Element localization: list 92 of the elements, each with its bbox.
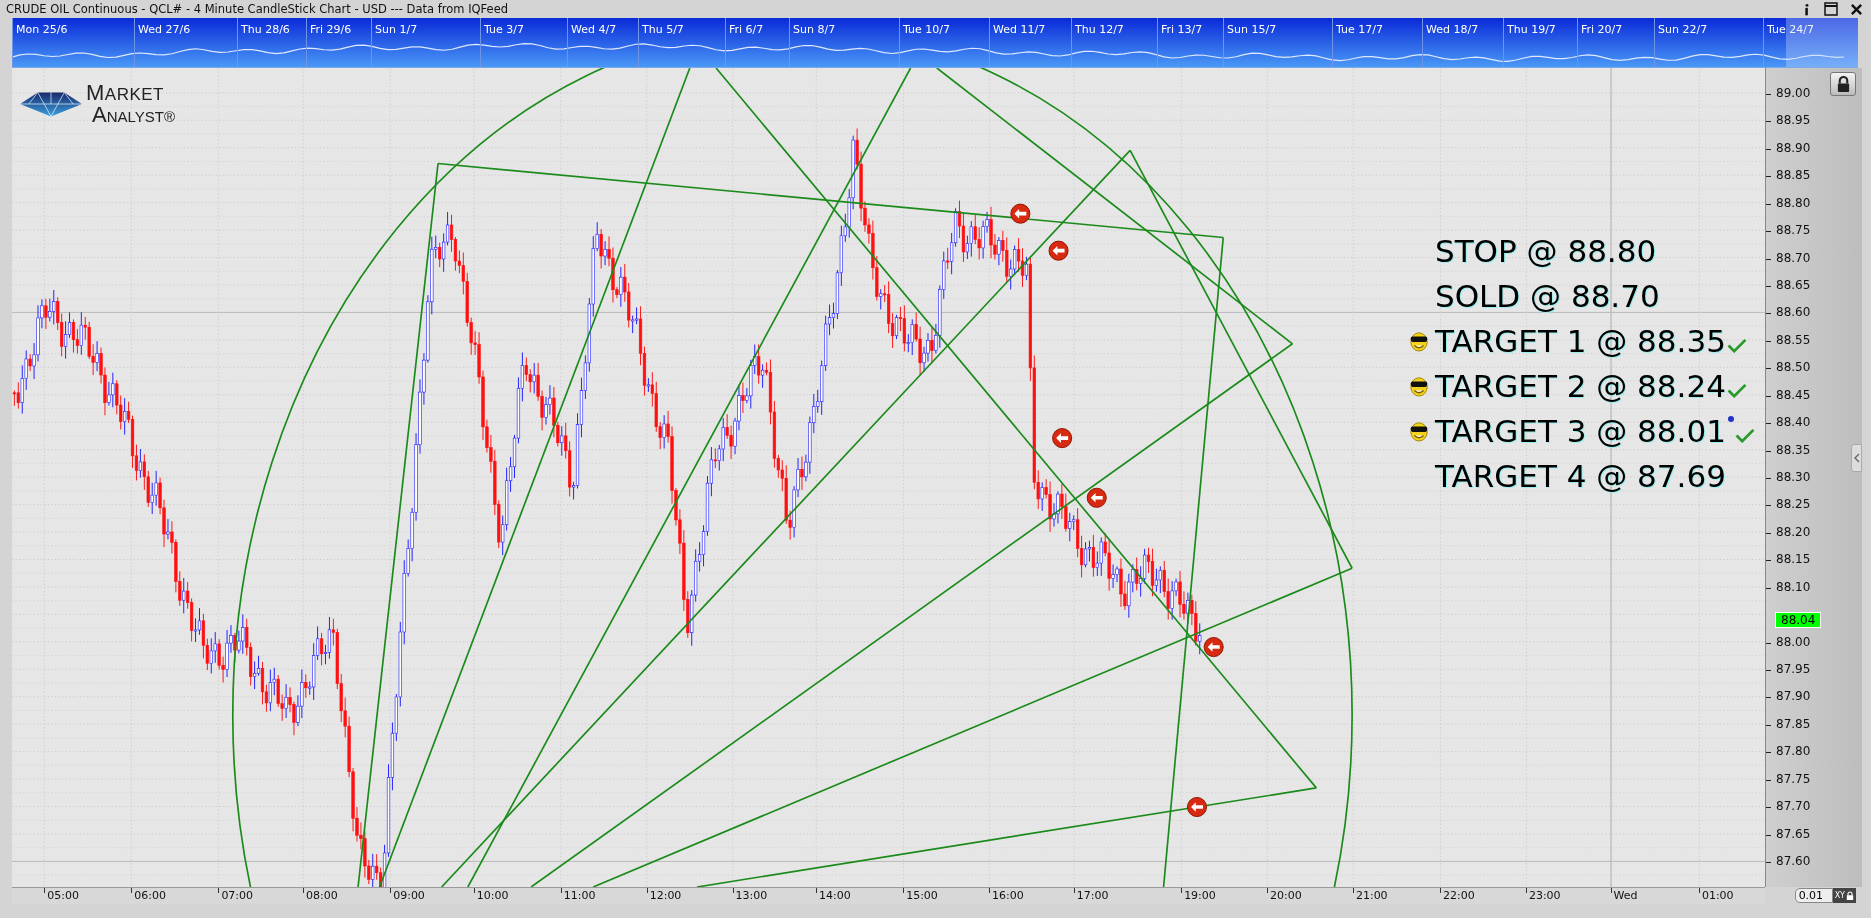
price-label: 88.10 [1776, 579, 1811, 594]
navigator-date: Wed 4/7 [570, 22, 617, 36]
price-label: 87.95 [1776, 662, 1811, 676]
price-axis[interactable]: 89.00 88.95 88.90 88.85 88.80 88.75 88.70 88.65 88.60 88.55 88.50 88.45 88.40 88.35 88.30 88.25 88.20 88.15 88.10 88.00 87.95 87.90 87.85 87.80 87.75 87.70 87.65 87.60 88.04 [1765, 68, 1862, 887]
price-label: 88.15 [1776, 552, 1811, 567]
navigator-date: Fri 29/6 [309, 22, 352, 36]
time-label: 07:00 [221, 889, 254, 902]
navigator-date: Sun 22/7 [1657, 22, 1708, 36]
time-label: 01:00 [1701, 889, 1734, 902]
navigator-date: Sun 1/7 [374, 22, 418, 36]
restore-icon[interactable] [1824, 2, 1838, 16]
price-label: 88.55 [1776, 332, 1811, 347]
navigator-date: Fri 20/7 [1580, 22, 1623, 36]
lock-icon [1846, 890, 1854, 901]
price-label: 88.85 [1776, 168, 1811, 183]
price-label: 88.80 [1776, 195, 1811, 210]
price-label: 87.60 [1776, 854, 1811, 869]
price-label: 87.85 [1776, 716, 1811, 731]
scale-field[interactable]: 0.01 [1794, 888, 1833, 903]
time-label: 09:00 [393, 889, 425, 902]
lock-icon [1835, 75, 1851, 93]
collapse-panel-button[interactable] [1851, 444, 1862, 472]
time-label: 08:00 [306, 889, 338, 902]
price-label: 88.00 [1776, 634, 1811, 649]
navigator-date: Tue 17/7 [1335, 22, 1383, 36]
time-label: 10:00 [476, 889, 509, 902]
price-label: 87.75 [1776, 771, 1811, 786]
price-label: 88.20 [1776, 524, 1811, 539]
annotation-text: TARGET 4 @ 87.69 [1435, 457, 1726, 494]
price-label: 87.65 [1776, 826, 1811, 841]
price-label: 88.35 [1776, 442, 1811, 457]
price-label: 88.50 [1776, 360, 1811, 375]
price-label: 88.95 [1776, 113, 1811, 128]
time-label: 19:00 [1184, 889, 1216, 902]
price-label: 88.30 [1776, 470, 1811, 484]
price-label: 88.90 [1776, 140, 1811, 155]
price-label: 88.75 [1776, 223, 1811, 238]
annotation-text: TARGET 3 @ 88.01 [1435, 412, 1726, 449]
time-label: 11:00 [563, 889, 596, 902]
time-label: 05:00 [47, 889, 79, 902]
time-label: 06:00 [134, 889, 166, 902]
navigator-strip[interactable]: Mon 25/6 Wed 27/6 Thu 28/6 Fri 29/6 Sun 1/7 Tue 3/7 Wed 4/7 Thu 5/7 Fri 6/7 Sun 8/7 Tue 10/7 Wed 11/7 Thu 12/7 Fri 13/7 Sun 15/7 Tue 17/7 Wed 18/7 Thu 19/7 Fri 20/7 Sun 22/7 Tue 24/7 [12, 18, 1858, 68]
navigator-date: Sun 15/7 [1226, 22, 1277, 36]
chart-plot-area[interactable]: MARKET ANALYST® STOP @ 88.80 SOLD @ 88.70 TARGET 1 @ 88.35 TARGET 2 @ 88.24 TARGET 3 @ 88.01 TARGET 4 @ 87.69 [12, 68, 1765, 887]
navigator-date: Tue 24/7 [1766, 22, 1814, 36]
annotation-text: TARGET 1 @ 88.35 [1435, 322, 1726, 359]
navigator-date: Thu 19/7 [1506, 22, 1556, 36]
navigator-date: Sun 8/7 [792, 22, 836, 36]
price-label: 89.00 [1776, 86, 1811, 100]
navigator-date: Fri 13/7 [1160, 22, 1203, 36]
navigator-date: Thu 5/7 [641, 22, 684, 36]
navigator-date: Tue 3/7 [483, 22, 524, 36]
time-label: 22:00 [1443, 889, 1475, 902]
price-label: 88.70 [1776, 250, 1811, 265]
time-label: 17:00 [1076, 889, 1109, 902]
price-label: 88.60 [1776, 305, 1811, 320]
price-label: 87.90 [1776, 689, 1811, 704]
time-label: 16:00 [992, 889, 1024, 902]
caret-left-icon [1853, 453, 1860, 463]
navigator-date: Thu 12/7 [1074, 22, 1124, 36]
time-label: Wed [1613, 889, 1638, 902]
time-label: 12:00 [649, 889, 682, 902]
window-title: CRUDE OIL Continuous - QCL# - 4 Minute CandleStick Chart - USD --- Data from IQFeed [6, 2, 508, 16]
annotation-text: SOLD @ 88.70 [1435, 277, 1660, 314]
annotation-text: STOP @ 88.80 [1435, 232, 1657, 269]
diamond-logo-icon [20, 90, 82, 118]
navigator-date: Wed 27/6 [137, 22, 191, 36]
time-label: 14:00 [819, 889, 851, 902]
xy-lock-button[interactable]: XY [1832, 888, 1856, 903]
time-label: 21:00 [1355, 889, 1388, 902]
price-label: 88.45 [1776, 387, 1811, 402]
navigator-date: Wed 11/7 [992, 22, 1046, 36]
navigator-date: Wed 18/7 [1425, 22, 1479, 36]
annotation-text: TARGET 2 @ 88.24 [1435, 367, 1726, 404]
lock-button[interactable] [1830, 72, 1856, 96]
price-label: 88.25 [1776, 497, 1811, 512]
time-label: 23:00 [1528, 889, 1561, 902]
navigator-date: Tue 10/7 [902, 22, 950, 36]
navigator-date: Fri 6/7 [728, 22, 764, 36]
time-label: 13:00 [735, 889, 768, 902]
price-label: 88.40 [1776, 415, 1811, 430]
close-icon[interactable] [1850, 2, 1863, 16]
time-label: 20:00 [1270, 889, 1302, 902]
price-label: 87.70 [1776, 799, 1811, 814]
time-label: 15:00 [906, 889, 938, 902]
logo-text: MARKET ANALYST® [86, 82, 175, 126]
navigator-date: Mon 25/6 [15, 22, 68, 36]
price-label: 87.80 [1776, 744, 1811, 759]
navigator-date: Thu 28/6 [240, 22, 290, 36]
last-price-label: 88.04 [1775, 612, 1822, 628]
price-label: 88.65 [1776, 278, 1811, 292]
visible-range-handle[interactable] [1786, 18, 1858, 67]
